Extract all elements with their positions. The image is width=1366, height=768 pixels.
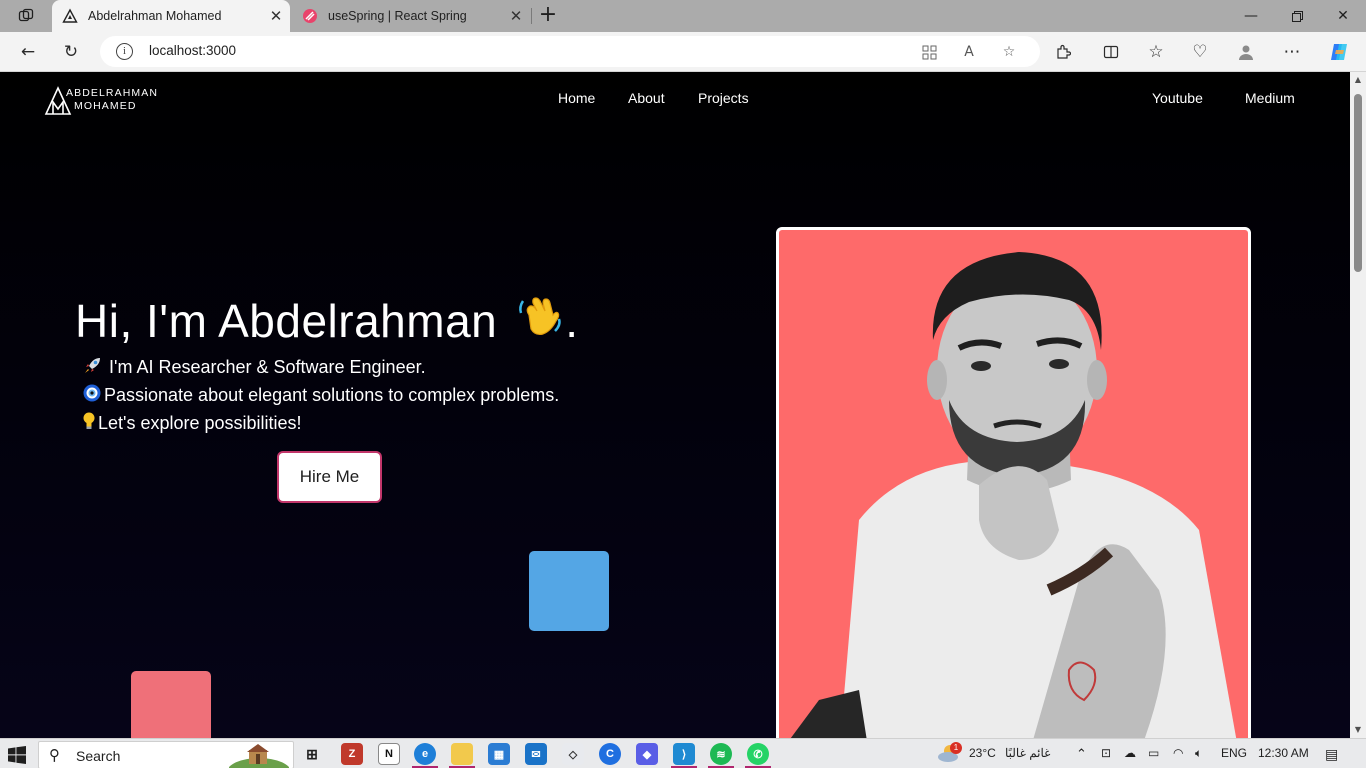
file-explorer-app-icon[interactable]	[451, 743, 473, 765]
scrollbar-thumb[interactable]	[1354, 94, 1362, 272]
weather-alert-badge: 1	[950, 742, 962, 754]
hero-line-text: I'm AI Researcher & Software Engineer.	[109, 357, 426, 377]
vscode-app-icon[interactable]: ⟩	[673, 743, 695, 765]
scroll-up-icon[interactable]: ▲	[1350, 72, 1366, 88]
browser-essentials-icon[interactable]: ♡	[1186, 38, 1214, 66]
browser-tab-strip: Abdelrahman Mohamed ✕ useSpring | React …	[0, 0, 1366, 32]
refresh-icon[interactable]: ↻	[57, 38, 85, 66]
decorative-blue-square	[529, 551, 609, 631]
app-available-icon[interactable]	[918, 41, 940, 63]
hero-line-1: I'm AI Researcher & Software Engineer.	[83, 355, 426, 380]
microsoft-store-app-icon[interactable]: ▦	[488, 743, 510, 765]
c-app-icon[interactable]: C	[599, 743, 621, 765]
favorite-star-icon[interactable]: ☆	[998, 41, 1020, 63]
hero-line-text: Let's explore possibilities!	[98, 413, 302, 433]
logo-text-line1: ABDELRAHMAN	[66, 87, 159, 99]
battery-icon[interactable]: ▭	[1148, 746, 1159, 760]
portrait-illustration	[790, 252, 1237, 738]
restore-icon[interactable]	[1274, 0, 1320, 32]
whatsapp-app-icon[interactable]: ✆	[747, 743, 769, 765]
page-viewport: ABDELRAHMAN MOHAMED Home About Projects …	[0, 72, 1350, 738]
site-logo[interactable]: ABDELRAHMAN MOHAMED	[44, 85, 174, 119]
split-screen-icon[interactable]	[1097, 38, 1125, 66]
tab-title: Abdelrahman Mohamed	[88, 9, 222, 23]
site-info-icon[interactable]: i	[116, 43, 133, 60]
new-tab-icon[interactable]: +	[536, 4, 560, 28]
nazar-amulet-icon	[82, 383, 102, 408]
tab-close-icon[interactable]: ✕	[262, 7, 290, 25]
url-text[interactable]: localhost:3000	[149, 43, 236, 58]
nav-about[interactable]: About	[628, 90, 665, 106]
nav-youtube[interactable]: Youtube	[1152, 90, 1203, 106]
hero-heading: Hi, I'm Abdelrahman .	[75, 291, 579, 352]
weather-widget[interactable]: 1	[936, 742, 962, 767]
show-hidden-icons-icon[interactable]: ⌃	[1076, 746, 1087, 762]
copilot-icon[interactable]	[1325, 38, 1353, 66]
hero-line-text: Passionate about elegant solutions to co…	[104, 385, 560, 405]
dev-tool-app-icon[interactable]: ◇	[562, 743, 584, 765]
onedrive-cloud-icon[interactable]: ☁	[1124, 746, 1136, 760]
hire-me-button[interactable]: Hire Me	[277, 451, 382, 503]
mail-app-icon[interactable]: ✉	[525, 743, 547, 765]
notifications-icon[interactable]: ▤	[1325, 746, 1338, 763]
minimize-icon[interactable]: —	[1228, 0, 1274, 32]
react-spring-favicon-icon	[302, 8, 318, 24]
tab-title: useSpring | React Spring	[328, 9, 467, 23]
windows-start-icon[interactable]	[8, 746, 26, 768]
tab-close-icon[interactable]: ✕	[502, 7, 530, 25]
hero-line-2: Passionate about elegant solutions to co…	[82, 383, 559, 408]
nav-projects[interactable]: Projects	[698, 90, 749, 106]
task-view-icon[interactable]: ⊞	[301, 743, 323, 765]
light-bulb-icon	[82, 411, 96, 436]
wifi-icon[interactable]: ◠	[1173, 746, 1183, 760]
tab-active[interactable]: Abdelrahman Mohamed ✕	[52, 0, 290, 32]
waving-hand-icon	[515, 291, 565, 352]
decorative-pink-square	[131, 671, 211, 738]
back-icon[interactable]: ←	[14, 38, 42, 66]
meet-now-icon[interactable]: ⊡	[1101, 746, 1111, 760]
favorites-icon[interactable]: ☆	[1142, 38, 1170, 66]
clock-time[interactable]: 12:30 AM	[1258, 746, 1309, 760]
address-bar[interactable]: i localhost:3000 A ☆	[100, 36, 1040, 67]
hero-title-period: .	[565, 295, 579, 347]
search-label: Search	[76, 748, 121, 764]
purple-app-icon[interactable]: ◆	[636, 743, 658, 765]
search-highlight-icon	[228, 742, 290, 768]
nav-medium[interactable]: Medium	[1245, 90, 1295, 106]
rocket-icon	[83, 355, 103, 380]
spotify-app-icon[interactable]: ≋	[710, 743, 732, 765]
browser-toolbar: ← ↻ i localhost:3000 A ☆ ☆ ♡ ⋯	[0, 32, 1366, 72]
search-icon: ⚲	[49, 746, 60, 764]
notion-app-icon[interactable]: N	[378, 743, 400, 765]
weather-condition[interactable]: غائم غالبًا	[1005, 746, 1050, 760]
profile-avatar-icon[interactable]	[1232, 38, 1260, 66]
nav-home[interactable]: Home	[558, 90, 595, 106]
logo-text-line2: MOHAMED	[74, 100, 137, 112]
more-options-icon[interactable]: ⋯	[1278, 38, 1306, 66]
windows-taskbar: ⚲ Search ⊞ Z N e ▦ ✉ ◇ C ◆ ⟩ ≋ ✆ 1 23°C …	[0, 738, 1366, 768]
language-indicator[interactable]: ENG	[1221, 746, 1247, 760]
read-aloud-icon[interactable]: A	[958, 41, 980, 63]
extensions-icon[interactable]	[1049, 38, 1077, 66]
tab-inactive[interactable]: useSpring | React Spring ✕	[292, 0, 530, 32]
filezilla-app-icon[interactable]: Z	[341, 743, 363, 765]
hero-title-text: Hi, I'm Abdelrahman	[75, 295, 498, 347]
window-close-icon[interactable]: ✕	[1320, 0, 1366, 32]
volume-icon[interactable]: 🔈︎	[1195, 746, 1202, 761]
taskbar-search-box[interactable]: ⚲ Search	[38, 741, 294, 768]
edge-app-icon[interactable]: e	[414, 743, 436, 765]
profile-photo	[776, 227, 1251, 738]
hero-line-3: Let's explore possibilities!	[82, 411, 302, 436]
page-scrollbar[interactable]: ▲ ▼	[1350, 72, 1366, 738]
scroll-down-icon[interactable]: ▼	[1350, 722, 1366, 738]
weather-temp[interactable]: 23°C	[969, 746, 996, 760]
tab-divider	[531, 8, 532, 24]
workspaces-icon[interactable]	[8, 4, 44, 28]
site-favicon-icon	[62, 8, 78, 24]
